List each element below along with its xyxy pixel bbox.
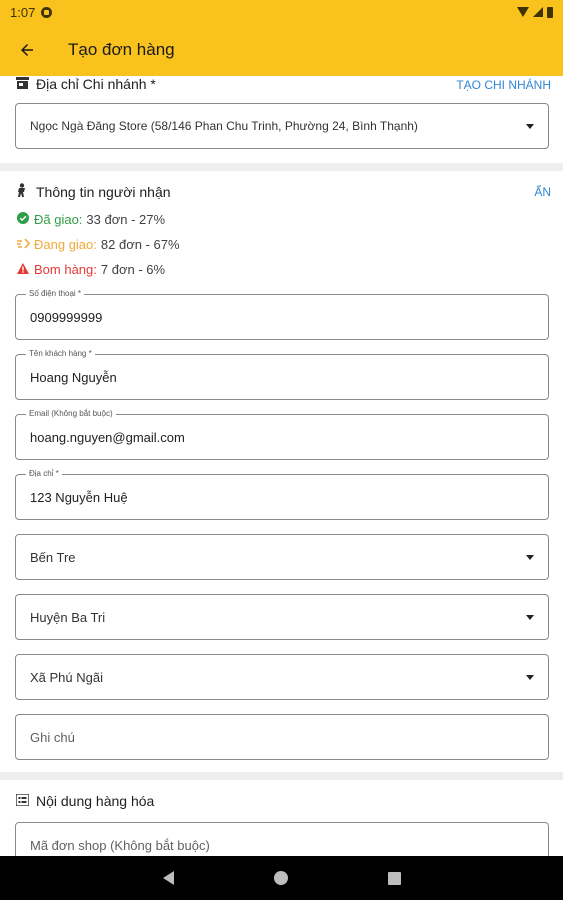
note-field[interactable]: Ghi chú [15, 714, 549, 760]
page-title: Tạo đơn hàng [68, 40, 175, 59]
section-divider [0, 772, 563, 780]
failed-stat: Bom hàng: 7 đơn - 6% [16, 262, 165, 277]
notification-app-icon [41, 6, 53, 18]
customer-name-label: Tên khách hàng * [26, 349, 95, 359]
shop-order-code-placeholder: Mã đơn shop (Không bắt buộc) [30, 837, 210, 853]
goods-section-header: Nội dung hàng hóa [14, 792, 155, 809]
district-select[interactable]: Huyện Ba Tri [15, 594, 549, 640]
wifi-icon [517, 7, 529, 17]
ward-value: Xã Phú Ngãi [30, 669, 103, 685]
status-icons [517, 6, 553, 18]
branch-section-header: Địa chỉ Chi nhánh * [14, 76, 156, 92]
delivering-stat: Đang giao: 82 đơn - 67% [16, 237, 180, 252]
dropdown-caret-icon [526, 123, 534, 129]
branch-section-title: Địa chỉ Chi nhánh * [36, 76, 156, 92]
failed-label: Bom hàng: [34, 262, 97, 277]
list-icon [14, 792, 30, 809]
delivered-value: 33 đơn - 27% [86, 212, 166, 227]
hide-receiver-link[interactable]: ẨN [534, 185, 551, 199]
failed-value: 7 đơn - 6% [100, 262, 166, 277]
status-bar: 1:07 [0, 0, 563, 24]
delivered-label: Đã giao: [34, 212, 83, 227]
order-form[interactable]: Địa chỉ Chi nhánh * TẠO CHI NHÁNH Ngọc N… [0, 76, 563, 856]
delivering-value: 82 đơn - 67% [100, 237, 180, 252]
nav-recents-icon[interactable] [387, 871, 401, 885]
address-field[interactable]: Địa chỉ * 123 Nguyễn Huệ [15, 469, 549, 520]
address-label: Địa chỉ * [26, 469, 62, 479]
receiver-section-title: Thông tin người nhận [36, 183, 171, 200]
battery-icon [547, 6, 553, 18]
app-bar: Tạo đơn hàng [0, 24, 563, 76]
nav-back-icon[interactable] [162, 871, 174, 885]
phone-field[interactable]: Số điện thoại * 0909999999 [15, 289, 549, 340]
dropdown-caret-icon [526, 554, 534, 560]
goods-section-title: Nội dung hàng hóa [36, 793, 155, 809]
person-icon [14, 183, 30, 200]
customer-name-value: Hoang Nguyễn [30, 369, 117, 385]
ward-select[interactable]: Xã Phú Ngãi [15, 654, 549, 700]
branch-select[interactable]: Ngọc Ngà Đăng Store (58/146 Phan Chu Tri… [15, 103, 549, 149]
email-value: hoang.nguyen@gmail.com [30, 429, 185, 445]
warning-icon [16, 262, 30, 277]
delivery-icon [16, 237, 30, 252]
back-button[interactable] [14, 37, 40, 63]
branch-select-value: Ngọc Ngà Đăng Store (58/146 Phan Chu Tri… [30, 119, 418, 133]
note-placeholder: Ghi chú [30, 729, 75, 745]
delivered-stat: Đã giao: 33 đơn - 27% [16, 212, 165, 227]
dropdown-caret-icon [526, 614, 534, 620]
nav-home-icon[interactable] [273, 871, 288, 885]
phone-value: 0909999999 [30, 309, 103, 325]
shop-order-code-field[interactable]: Mã đơn shop (Không bắt buộc) [15, 822, 549, 856]
delivering-label: Đang giao: [34, 237, 97, 252]
status-time: 1:07 [10, 4, 36, 20]
district-value: Huyện Ba Tri [30, 609, 106, 625]
province-value: Bến Tre [30, 549, 76, 565]
address-value: 123 Nguyễn Huệ [30, 489, 128, 505]
phone-label: Số điện thoại * [26, 289, 85, 299]
system-nav-bar [0, 856, 563, 900]
section-divider [0, 163, 563, 171]
customer-name-field[interactable]: Tên khách hàng * Hoang Nguyễn [15, 349, 549, 400]
create-branch-link[interactable]: TẠO CHI NHÁNH [456, 78, 551, 92]
email-field[interactable]: Email (Không bắt buộc) hoang.nguyen@gmai… [15, 409, 549, 460]
receiver-section-header: Thông tin người nhận [14, 183, 171, 200]
province-select[interactable]: Bến Tre [15, 534, 549, 580]
arrow-left-icon [21, 44, 33, 56]
store-icon [14, 76, 30, 92]
signal-icon [533, 7, 543, 17]
dropdown-caret-icon [526, 674, 534, 680]
check-circle-icon [16, 212, 30, 227]
email-label: Email (Không bắt buộc) [26, 409, 116, 419]
